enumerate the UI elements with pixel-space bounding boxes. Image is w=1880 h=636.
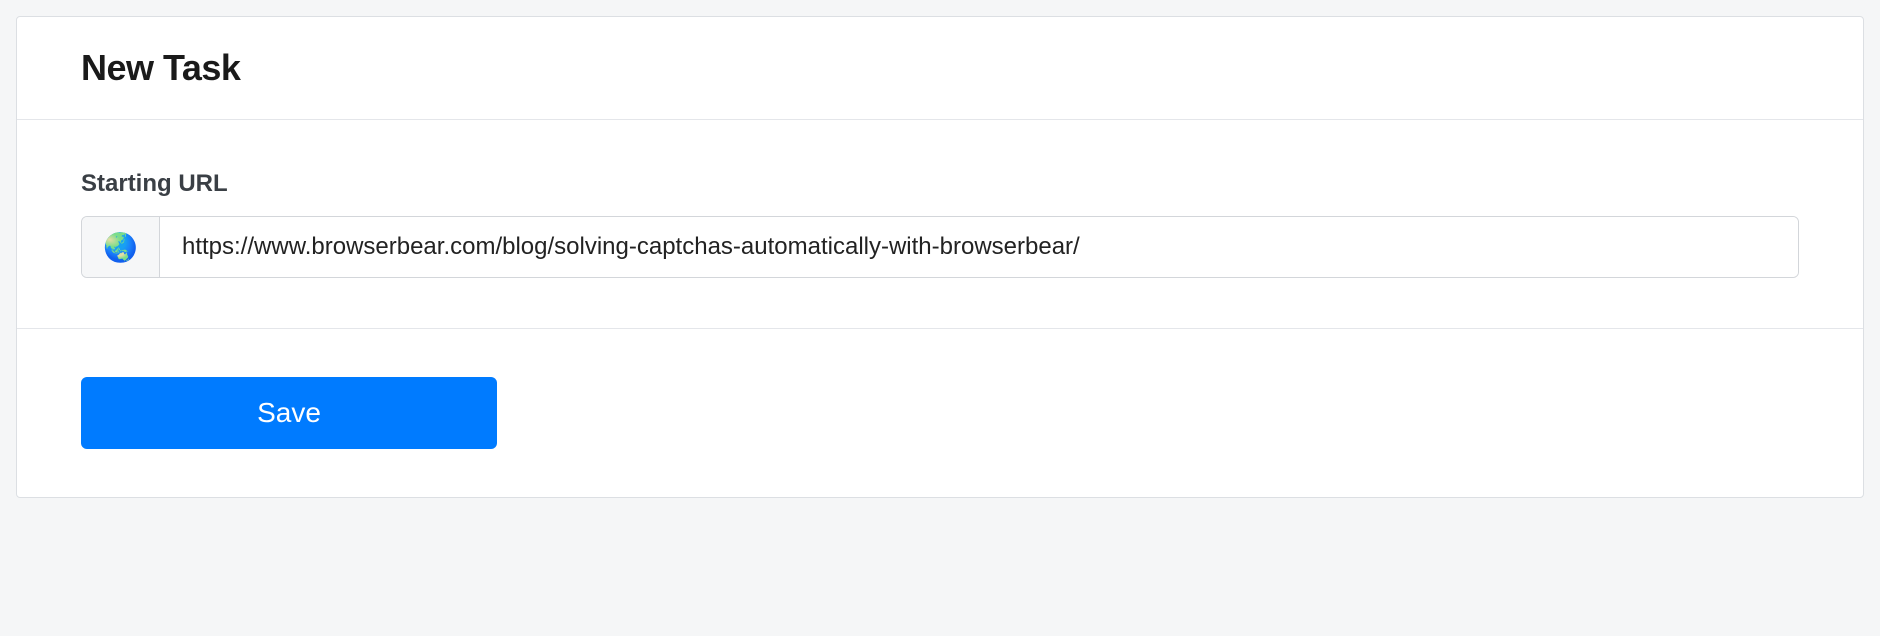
globe-icon: 🌏 — [82, 217, 160, 277]
card-body: Starting URL 🌏 — [17, 120, 1863, 329]
page-title: New Task — [81, 47, 1799, 89]
card-footer: Save — [17, 329, 1863, 497]
starting-url-label: Starting URL — [81, 170, 1799, 198]
starting-url-input[interactable] — [160, 217, 1798, 277]
url-input-group: 🌏 — [81, 216, 1799, 278]
save-button[interactable]: Save — [81, 377, 497, 449]
card-header: New Task — [17, 17, 1863, 120]
new-task-card: New Task Starting URL 🌏 Save — [16, 16, 1864, 498]
